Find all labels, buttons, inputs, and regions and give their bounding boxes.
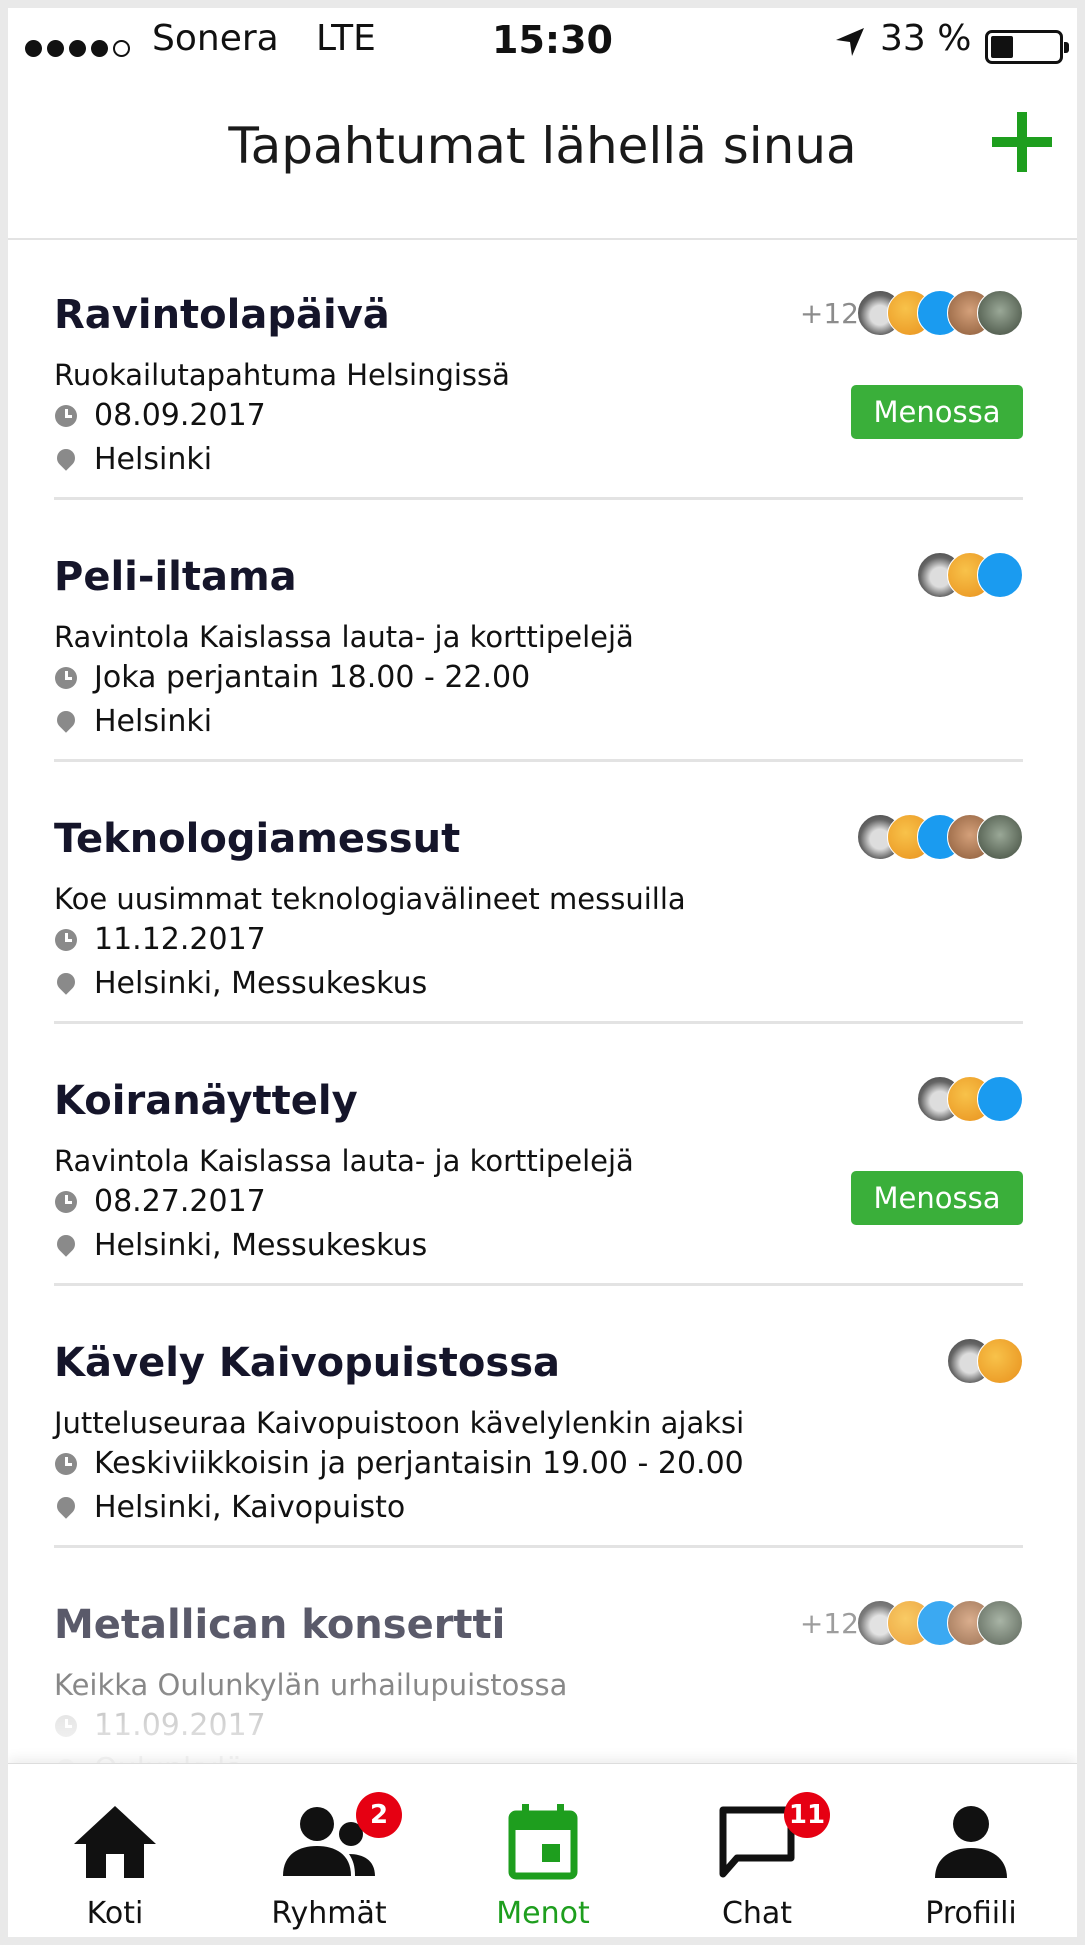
extra-attendees-count: +12 [799, 1606, 859, 1640]
event-place: Helsinki [94, 442, 213, 477]
tab-label: Profiili [925, 1896, 1017, 1931]
location-pin-icon [53, 1492, 79, 1519]
avatar [977, 1076, 1023, 1122]
attendee-avatars [917, 552, 1023, 598]
tab-koti[interactable]: Koti [8, 1764, 222, 1937]
event-place: Helsinki, Kaivopuisto [94, 1490, 406, 1525]
tab-chat[interactable]: 11 Chat [650, 1764, 864, 1937]
location-pin-icon [53, 444, 79, 471]
bottom-tab-bar: Koti 2 Ryhmät Menot 11 Chat Profiili [8, 1763, 1077, 1937]
battery-percentage: 33 % [880, 18, 972, 59]
avatar [977, 1338, 1023, 1384]
status-time: 15:30 [492, 18, 613, 62]
event-title: Teknologiamessut [54, 816, 461, 862]
event-description: Jutteluseuraa Kaivopuistoon kävelylenkin… [54, 1406, 745, 1440]
attendee-avatars [947, 1338, 1023, 1384]
event-description: Ruokailutapahtuma Helsingissä [54, 358, 510, 392]
event-date-row: 08.27.2017 [54, 1184, 266, 1219]
tab-label: Menot [496, 1896, 590, 1931]
navigation-header: Tapahtumat lähellä sinua [8, 72, 1077, 240]
event-item[interactable]: Kävely Kaivopuistossa Jutteluseuraa Kaiv… [53, 1286, 1023, 1548]
event-place: Helsinki, Messukeskus [94, 1228, 428, 1263]
event-place-row: Helsinki, Messukeskus [53, 1228, 428, 1263]
event-date-row: Joka perjantain 18.00 - 22.00 [54, 660, 530, 695]
event-item[interactable]: Koiranäyttely Ravintola Kaislassa lauta-… [53, 1024, 1023, 1286]
event-title: Koiranäyttely [54, 1078, 358, 1124]
event-description: Keikka Oulunkylän urhailupuistossa [54, 1668, 568, 1702]
location-pin-icon [53, 706, 79, 733]
event-description: Koe uusimmat teknologiavälineet messuill… [54, 882, 686, 916]
clock-icon [55, 928, 77, 951]
carrier-name: Sonera [152, 18, 279, 59]
event-item[interactable]: Teknologiamessut Koe uusimmat teknologia… [53, 762, 1023, 1024]
event-date: 11.09.2017 [94, 1708, 266, 1743]
location-arrow-icon [836, 28, 864, 56]
event-description: Ravintola Kaislassa lauta- ja korttipele… [54, 1144, 634, 1178]
event-place-row: Helsinki [53, 704, 213, 739]
event-date: Keskiviikkoisin ja perjantaisin 19.00 - … [94, 1446, 744, 1481]
event-description: Ravintola Kaislassa lauta- ja korttipele… [54, 620, 634, 654]
clock-icon [55, 1452, 77, 1475]
tab-label: Chat [721, 1896, 793, 1931]
tab-label: Ryhmät [271, 1896, 387, 1931]
event-date-row: 11.09.2017 [54, 1708, 266, 1743]
clock-icon [55, 666, 77, 689]
going-badge[interactable]: Menossa [851, 385, 1023, 439]
extra-attendees-count: +12 [799, 296, 859, 330]
event-title: Kävely Kaivopuistossa [54, 1340, 560, 1386]
event-place-row: Helsinki, Messukeskus [53, 966, 428, 1001]
notification-badge: 11 [784, 1792, 830, 1838]
profile-icon [935, 1806, 1007, 1878]
clock-icon [55, 1190, 77, 1213]
attendee-avatars [857, 814, 1023, 860]
network-type: LTE [316, 18, 376, 59]
event-place: Helsinki, Messukeskus [94, 966, 428, 1001]
signal-strength-icon [25, 40, 130, 57]
tab-menot[interactable]: Menot [436, 1764, 650, 1937]
status-bar: Sonera LTE 15:30 33 % [8, 8, 1077, 72]
event-title: Metallican konsertti [54, 1602, 506, 1648]
tab-profiili[interactable]: Profiili [864, 1764, 1077, 1937]
going-badge[interactable]: Menossa [851, 1171, 1023, 1225]
location-pin-icon [53, 1230, 79, 1257]
battery-icon [985, 30, 1069, 64]
event-date: Joka perjantain 18.00 - 22.00 [94, 660, 531, 695]
event-date: 11.12.2017 [94, 922, 266, 957]
location-pin-icon [53, 968, 79, 995]
avatar [977, 552, 1023, 598]
event-list: Ravintolapäivä +12 Ruokailutapahtuma Hel… [53, 238, 1023, 1807]
page-title: Tapahtumat lähellä sinua [228, 117, 857, 175]
event-date-row: 08.09.2017 [54, 398, 266, 433]
clock-icon [55, 1714, 77, 1737]
avatar [977, 290, 1023, 336]
event-place: Helsinki [94, 704, 213, 739]
home-icon [74, 1806, 156, 1878]
notification-badge: 2 [356, 1792, 402, 1838]
event-place-row: Helsinki, Kaivopuisto [53, 1490, 406, 1525]
event-item[interactable]: Peli-iltama Ravintola Kaislassa lauta- j… [53, 500, 1023, 762]
event-title: Peli-iltama [54, 554, 297, 600]
avatar [977, 1600, 1023, 1646]
app-screen: Sonera LTE 15:30 33 % Tapahtumat lähellä… [8, 8, 1077, 1937]
event-date-row: Keskiviikkoisin ja perjantaisin 19.00 - … [54, 1446, 744, 1481]
event-item[interactable]: Ravintolapäivä +12 Ruokailutapahtuma Hel… [53, 238, 1023, 500]
event-place-row: Helsinki [53, 442, 213, 477]
add-event-button[interactable] [992, 112, 1052, 172]
event-title: Ravintolapäivä [54, 292, 390, 338]
clock-icon [55, 404, 77, 427]
event-date: 08.09.2017 [94, 398, 266, 433]
attendee-avatars [917, 1076, 1023, 1122]
tab-ryhmat[interactable]: 2 Ryhmät [222, 1764, 436, 1937]
avatar [977, 814, 1023, 860]
event-date: 08.27.2017 [94, 1184, 266, 1219]
event-date-row: 11.12.2017 [54, 922, 266, 957]
attendee-avatars: +12 [800, 1600, 1023, 1646]
tab-label: Koti [86, 1896, 144, 1931]
attendee-avatars: +12 [800, 290, 1023, 336]
calendar-icon [508, 1804, 578, 1880]
